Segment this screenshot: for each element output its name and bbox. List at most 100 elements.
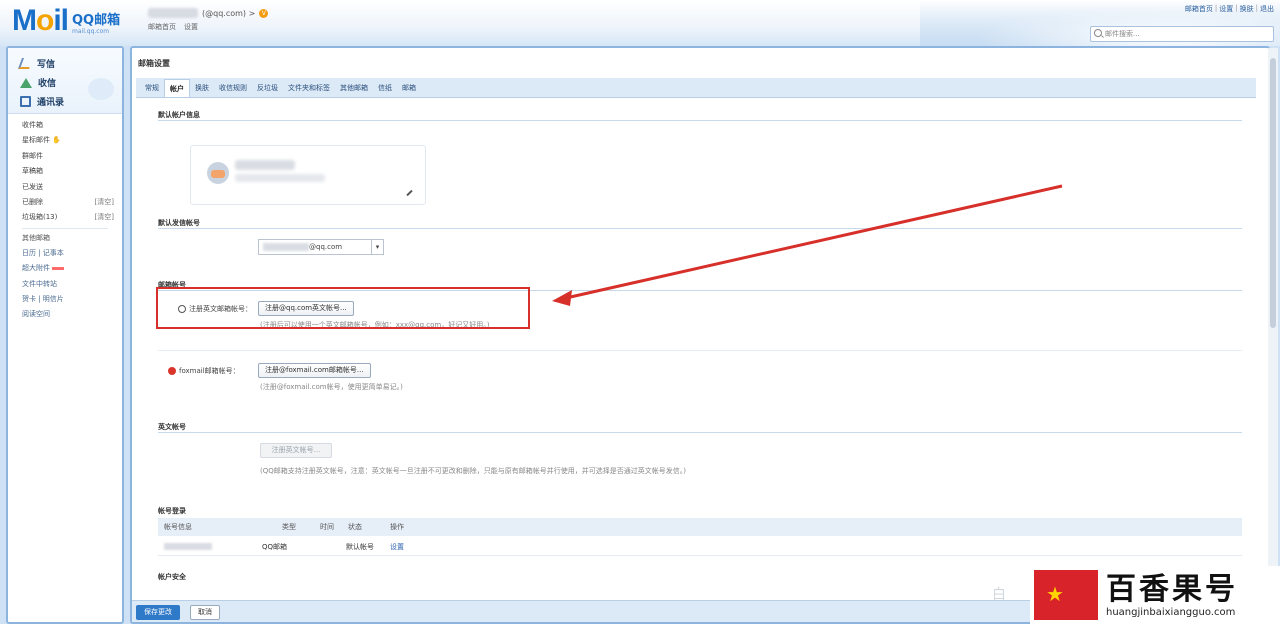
table-row: QQ邮箱 默认帐号 设置 — [158, 538, 1242, 556]
highlight-box — [156, 287, 530, 329]
logo-letter-o: o — [36, 4, 54, 37]
tab-folders[interactable]: 文件夹和标签 — [283, 79, 335, 97]
avatar[interactable] — [207, 162, 229, 184]
top-link-logout[interactable]: 退出 — [1260, 4, 1274, 14]
register-foxmail-button[interactable]: 注册@foxmail.com邮箱帐号... — [258, 363, 371, 378]
folder-spam[interactable]: 垃圾箱(13) [清空] — [22, 210, 122, 225]
nickname-blurred — [235, 160, 295, 170]
page-scrollbar[interactable] — [1268, 48, 1278, 624]
page-title: 邮箱设置 — [138, 59, 170, 68]
tab-skin[interactable]: 换肤 — [190, 79, 214, 97]
top-links: 邮箱首页 | 设置 | 换肤 | 退出 — [1184, 4, 1274, 14]
tab-account[interactable]: 帐户 — [164, 79, 190, 97]
divider — [158, 432, 1242, 433]
logo-cn-text: QQ邮箱 — [72, 13, 121, 28]
folder-drafts[interactable]: 草稿箱 — [22, 164, 122, 179]
account-info: (@qq.com) > V 邮箱首页 设置 — [148, 8, 269, 32]
account-link-settings[interactable]: 设置 — [184, 22, 198, 32]
register-english-button[interactable]: 注册英文帐号... — [260, 443, 332, 458]
default-send-select[interactable]: @qq.com ▾ — [258, 239, 384, 255]
logo-letters-il: il — [53, 4, 69, 37]
empty-spam-link[interactable]: [清空] — [95, 210, 114, 225]
sidebar-main-actions: 写信 收信 通讯录 — [8, 48, 122, 114]
logo-domain-text: mail.qq.com — [72, 28, 110, 35]
default-send-suffix: @qq.com — [309, 243, 343, 251]
top-link-home[interactable]: 邮箱首页 — [1185, 4, 1213, 14]
empty-deleted-link[interactable]: [清空] — [95, 195, 114, 210]
logo-letter-m: M — [12, 4, 37, 37]
divider — [158, 350, 1242, 351]
watermark-logo-icon — [1034, 570, 1098, 620]
alias-foxmail-hint: (注册@foxmail.com帐号，使用更简单易记。) — [260, 383, 403, 391]
top-link-settings[interactable]: 设置 — [1219, 4, 1233, 14]
section-default-send: 默认发信帐号 — [158, 219, 200, 227]
contacts-icon — [20, 96, 31, 107]
folder-starred[interactable]: 星标邮件 ✋ — [22, 133, 122, 148]
signature-blurred — [235, 174, 325, 182]
account-blurred — [164, 542, 212, 550]
divider — [158, 120, 1242, 121]
cancel-button[interactable]: 取消 — [190, 605, 220, 620]
col-type: 类型 — [282, 523, 296, 531]
folder-list: 收件箱 星标邮件 ✋ 群邮件 草稿箱 已发送 已删除 [清空] 垃圾箱(13) [清… — [8, 114, 122, 226]
section-login: 帐号登录 — [158, 507, 186, 515]
tab-rules[interactable]: 收信规则 — [214, 79, 252, 97]
sidebar-item-reading[interactable]: 阅读空间 — [8, 307, 122, 322]
col-time: 时间 — [320, 523, 334, 531]
row-status: 默认帐号 — [346, 543, 374, 551]
foxmail-icon — [168, 367, 176, 375]
other-mailbox-title[interactable]: 其他邮箱 — [22, 227, 108, 246]
edit-icon[interactable] — [406, 189, 413, 197]
settings-panel: 邮箱设置 常规 帐户 换肤 收信规则 反垃圾 文件夹和标签 其他邮箱 信纸 邮箱… — [130, 46, 1270, 624]
site-watermark: 百香果号 huangjinbaixiangguo.com — [1030, 566, 1280, 624]
tab-stationery[interactable]: 信纸 — [373, 79, 397, 97]
vip-badge-icon[interactable]: V — [259, 8, 269, 18]
settings-tabs: 常规 帐户 换肤 收信规则 反垃圾 文件夹和标签 其他邮箱 信纸 邮箱 — [136, 78, 1256, 98]
folder-sent[interactable]: 已发送 — [22, 180, 122, 195]
sidebar-item-file-transfer[interactable]: 文件中转站 — [8, 277, 122, 292]
faint-watermark: 白 — [992, 587, 1006, 603]
account-blurred — [263, 243, 309, 251]
row-type: QQ邮箱 — [262, 543, 288, 551]
tab-antispam[interactable]: 反垃圾 — [252, 79, 283, 97]
scrollbar-thumb[interactable] — [1270, 58, 1276, 328]
folder-inbox[interactable]: 收件箱 — [22, 118, 122, 133]
col-status: 状态 — [348, 523, 362, 531]
tab-mailbox[interactable]: 邮箱 — [397, 79, 421, 97]
qq-mail-logo[interactable]: Moil QQ邮箱 mail.qq.com — [12, 6, 120, 36]
section-default-account: 默认帐户信息 — [158, 111, 200, 119]
inbox-icon — [20, 77, 32, 88]
folder-deleted[interactable]: 已删除 [清空] — [22, 195, 122, 210]
section-english-account: 英文帐号 — [158, 423, 186, 431]
top-header: Moil QQ邮箱 mail.qq.com (@qq.com) > V 邮箱首页… — [0, 0, 1280, 46]
alias-foxmail-label: foxmail邮箱帐号： — [168, 366, 240, 376]
mascot-icon — [88, 78, 114, 100]
section-security: 帐户安全 — [158, 573, 186, 581]
account-link-home[interactable]: 邮箱首页 — [148, 22, 176, 32]
login-table-header: 帐号信息 类型 时间 状态 操作 — [158, 518, 1242, 536]
mail-search-input[interactable]: 邮件搜索... — [1090, 26, 1274, 42]
watermark-title: 百香果号 — [1106, 571, 1238, 607]
chevron-down-icon: ▾ — [371, 240, 383, 254]
divider — [158, 228, 1242, 229]
folder-group[interactable]: 群邮件 — [22, 149, 122, 164]
new-badge — [52, 266, 64, 270]
profile-card[interactable] — [190, 145, 426, 205]
sidebar-item-calendar[interactable]: 日历 | 记事本 — [8, 246, 122, 261]
row-settings-link[interactable]: 设置 — [390, 542, 404, 552]
compose-button[interactable]: 写信 — [17, 54, 114, 73]
pen-icon — [17, 58, 34, 69]
sidebar-item-cards[interactable]: 贺卡 | 明信片 — [8, 292, 122, 307]
col-op: 操作 — [390, 523, 404, 531]
left-sidebar: 写信 收信 通讯录 收件箱 星标邮件 ✋ 群邮件 草稿箱 已发送 已删除 [清空]… — [6, 46, 124, 624]
tab-general[interactable]: 常规 — [140, 79, 164, 97]
save-button[interactable]: 保存更改 — [136, 605, 180, 620]
english-hint: (QQ邮箱支持注册英文帐号，注意：英文帐号一旦注册不可更改和删除，只能与原有邮箱… — [260, 467, 686, 475]
top-link-skin[interactable]: 换肤 — [1240, 4, 1254, 14]
account-email[interactable]: (@qq.com) > — [202, 9, 255, 18]
tab-other-mailbox[interactable]: 其他邮箱 — [335, 79, 373, 97]
watermark-url: huangjinbaixiangguo.com — [1106, 606, 1236, 618]
search-placeholder: 邮件搜索... — [1105, 30, 1140, 38]
account-nickname-blurred — [148, 8, 198, 18]
sidebar-item-large-attachment[interactable]: 超大附件 — [8, 261, 122, 276]
